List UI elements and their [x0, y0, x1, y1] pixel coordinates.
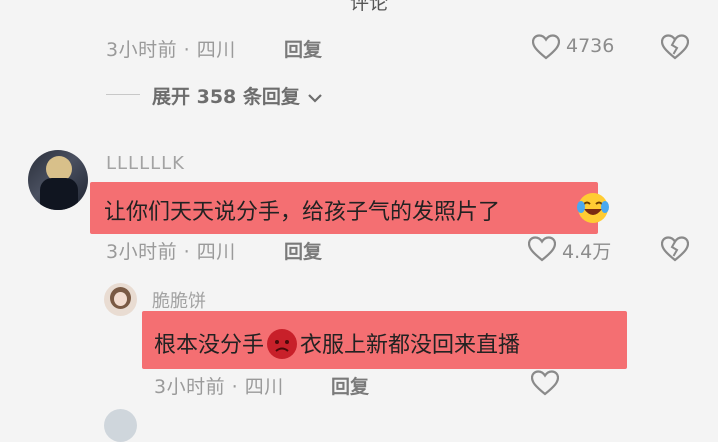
dislike-broken-heart-icon[interactable] [661, 34, 689, 60]
chevron-down-icon [307, 87, 323, 109]
reply-button[interactable]: 回复 [284, 35, 322, 62]
like-count: 4.4万 [562, 241, 612, 263]
reply-text-part: 根本没分手 [154, 333, 265, 358]
reply-button[interactable]: 回复 [331, 372, 369, 399]
comment-text: 让你们天天说分手，给孩子气的发照片了 [104, 200, 501, 225]
avatar[interactable] [28, 150, 88, 210]
like-heart-icon[interactable] [531, 370, 559, 396]
dislike-broken-heart-icon[interactable] [661, 236, 689, 262]
reply-meta: 3小时前 · 四川 [154, 376, 284, 398]
reply-button[interactable]: 回复 [284, 237, 322, 264]
avatar[interactable] [104, 409, 137, 442]
reply-text-part: 衣服上新都没回来直播 [300, 333, 521, 358]
expand-replies-button[interactable]: 展开 358 条回复 [152, 82, 323, 109]
comment-username[interactable]: LLLLLLK [106, 153, 185, 174]
laughing-crying-emoji-icon [576, 191, 610, 225]
avatar[interactable] [104, 283, 137, 316]
expand-divider-line [106, 94, 140, 95]
angry-face-emoji-icon [264, 329, 300, 359]
comment-meta: 3小时前 · 四川 [106, 39, 236, 61]
like-heart-icon[interactable] [528, 236, 556, 262]
partial-top-text: 评论 [350, 0, 389, 14]
expand-replies-label: 展开 358 条回复 [152, 86, 300, 108]
like-heart-icon[interactable] [532, 34, 560, 60]
reply-username[interactable]: 脆脆饼 [152, 287, 206, 313]
reply-text: 根本没分手 衣服上新都没回来直播 [154, 327, 520, 359]
like-count: 4736 [566, 35, 615, 57]
comment-meta: 3小时前 · 四川 [106, 241, 236, 263]
